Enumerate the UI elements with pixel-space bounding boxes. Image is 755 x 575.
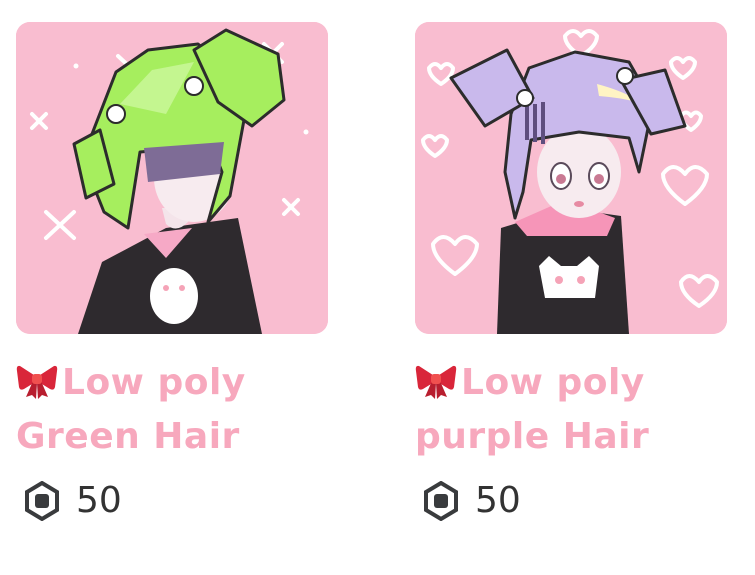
catalog-item-card[interactable]: Low poly purple Hair 50 — [415, 22, 727, 521]
ribbon-bow-icon — [415, 363, 457, 399]
price-value: 50 — [76, 480, 122, 521]
item-price: 50 — [16, 480, 328, 521]
robux-icon — [22, 481, 62, 521]
item-name-line-1: Low poly — [62, 362, 246, 403]
item-name-link[interactable]: Low poly Green Hair — [16, 356, 328, 464]
item-name-line-2: Green Hair — [16, 416, 240, 457]
catalog-item-card[interactable]: Low poly Green Hair 50 — [16, 22, 328, 521]
green-hair-avatar-image — [16, 22, 328, 334]
item-name-link[interactable]: Low poly purple Hair — [415, 356, 727, 464]
item-thumbnail[interactable] — [16, 22, 328, 334]
price-value: 50 — [475, 480, 521, 521]
item-name-line-2: purple Hair — [415, 416, 650, 457]
purple-hair-avatar-image — [415, 22, 727, 334]
ribbon-bow-icon — [16, 363, 58, 399]
robux-icon — [421, 481, 461, 521]
item-thumbnail[interactable] — [415, 22, 727, 334]
item-price: 50 — [415, 480, 727, 521]
item-name-line-1: Low poly — [461, 362, 645, 403]
